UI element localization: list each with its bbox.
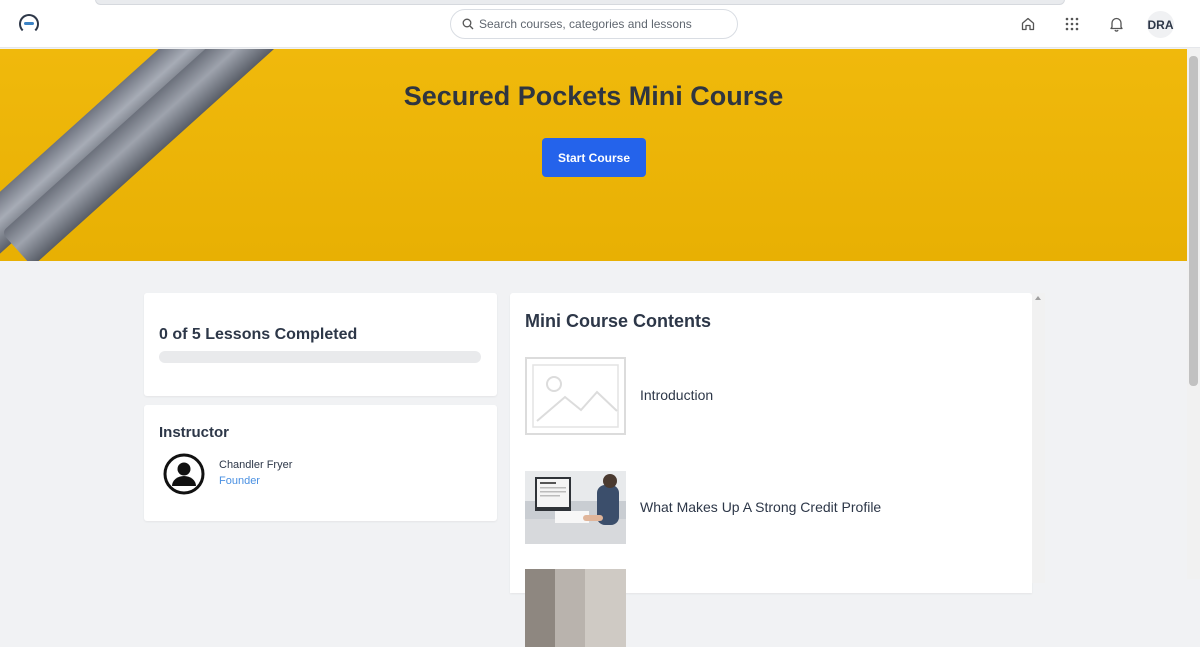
browser-strip [95, 0, 1065, 5]
apps-grid-icon[interactable] [1062, 14, 1082, 34]
bell-icon[interactable] [1106, 14, 1126, 34]
progress-bar [159, 351, 481, 363]
contents-heading: Mini Course Contents [525, 311, 712, 331]
instructor-name: Chandler Fryer [219, 459, 293, 471]
search-box[interactable] [450, 9, 738, 39]
page-scrollbar-thumb[interactable] [1189, 56, 1198, 386]
user-avatar[interactable]: DRA [1147, 11, 1174, 38]
course-title: Secured Pockets Mini Course [403, 81, 784, 111]
search-input[interactable] [479, 17, 719, 31]
logo-icon[interactable] [19, 14, 39, 34]
search-icon [462, 18, 474, 30]
lesson-photo [525, 569, 626, 647]
placeholder-image-icon [525, 357, 626, 435]
instructor-heading: Instructor [159, 424, 230, 441]
instructor-role: Founder [219, 475, 260, 487]
top-navigation-bar: DRA [0, 0, 1200, 48]
scroll-up-arrow-icon[interactable] [1035, 296, 1041, 300]
lesson-title: What Makes Up A Strong Credit Profile [640, 499, 882, 515]
start-course-button[interactable]: Start Course [542, 138, 646, 177]
progress-label: 0 of 5 Lessons Completed [159, 326, 358, 343]
lesson-item[interactable]: Introduction [525, 357, 1015, 435]
home-icon[interactable] [1018, 14, 1038, 34]
instructor-card: Instructor Chandler Fryer Founder [144, 405, 497, 521]
credit-report-photo [525, 471, 626, 544]
course-contents-card: Mini Course Contents Introduction What M… [510, 293, 1032, 647]
user-profile-icon [163, 453, 205, 495]
course-hero-banner: Secured Pockets Mini Course Start Course [0, 49, 1187, 261]
progress-card: 0 of 5 Lessons Completed [144, 293, 497, 396]
lesson-item[interactable]: What Makes Up A Strong Credit Profile [525, 471, 1015, 549]
lesson-title: Introduction [640, 387, 714, 403]
lesson-item[interactable] [525, 569, 1015, 647]
contents-scrollbar[interactable] [1032, 293, 1045, 583]
